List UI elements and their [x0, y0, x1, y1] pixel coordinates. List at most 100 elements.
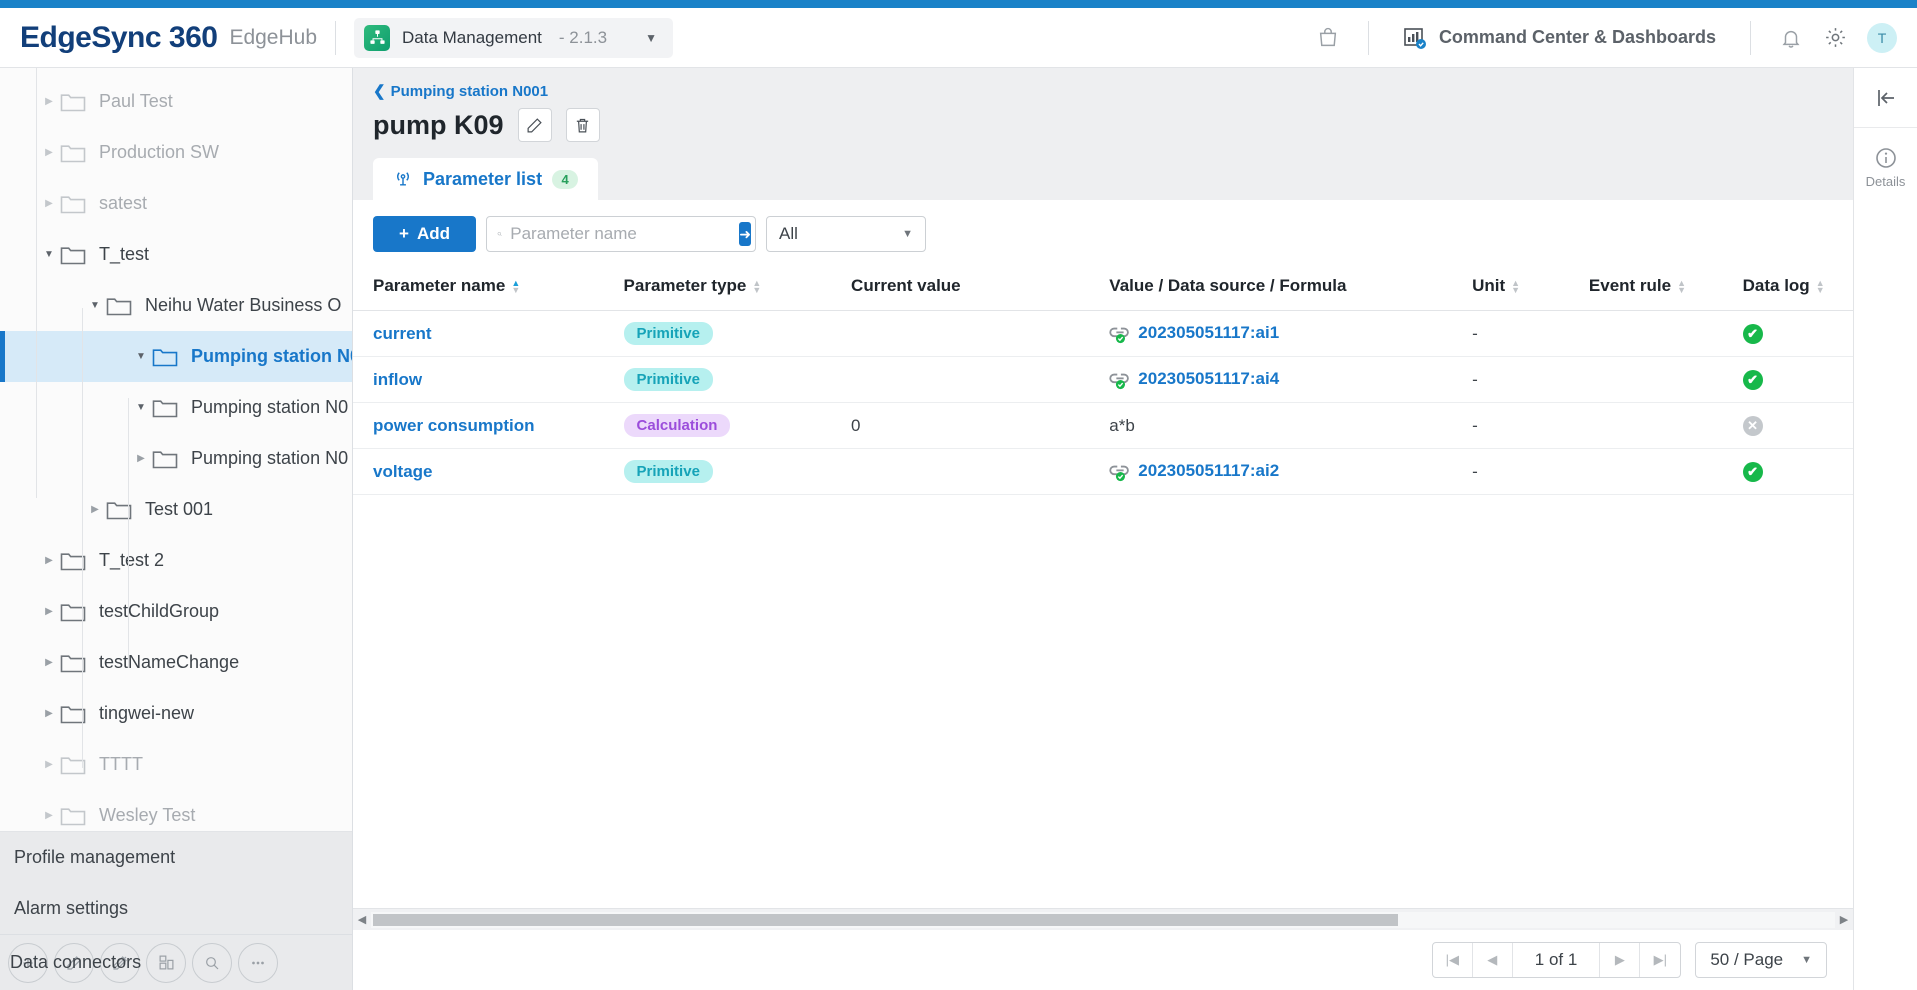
edit-button[interactable] [518, 108, 552, 142]
avatar[interactable]: T [1867, 23, 1897, 53]
chevron-down-icon[interactable]: ▼ [130, 402, 152, 413]
sort-toggle-icon[interactable]: ▲▼ [511, 280, 520, 294]
cell-data-source[interactable]: 202305051117:ai4 [1109, 357, 1472, 403]
layout-panels-icon[interactable] [146, 943, 186, 983]
add-button[interactable]: + Add [373, 216, 476, 252]
data-source-link[interactable]: 202305051117:ai1 [1138, 323, 1279, 342]
tab-bar: Parameter list 4 [353, 158, 1853, 200]
cell-parameter-name[interactable]: inflow [353, 357, 624, 403]
table-row[interactable]: currentPrimitive202305051117:ai1-✔2023/0… [353, 311, 1853, 357]
parameter-name-link[interactable]: voltage [373, 462, 433, 481]
cell-data-source[interactable]: 202305051117:ai1 [1109, 311, 1472, 357]
tree-item[interactable]: ▶tingwei-new [0, 688, 352, 739]
tree-item[interactable]: ▼T_test [0, 229, 352, 280]
notification-bell-icon[interactable] [1769, 16, 1813, 60]
chevron-right-icon[interactable]: ▶ [38, 810, 60, 821]
parameter-name-link[interactable]: power consumption [373, 416, 535, 435]
data-source-link[interactable]: 202305051117:ai4 [1138, 369, 1279, 388]
tree-item[interactable]: ▼Pumping station N0 [0, 331, 352, 382]
horizontal-scrollbar[interactable]: ◀ ▶ [353, 908, 1853, 930]
tab-parameter-list[interactable]: Parameter list 4 [373, 158, 598, 200]
table-row[interactable]: power consumptionCalculation0a*b-✕2023/0… [353, 403, 1853, 449]
scroll-left-arrow-icon[interactable]: ◀ [353, 913, 371, 926]
module-selector[interactable]: Data Management - 2.1.3 ▼ [354, 18, 673, 58]
tree-item[interactable]: ▶Test 001 [0, 484, 352, 535]
search-input[interactable] [510, 224, 731, 244]
trash-icon [574, 117, 591, 134]
cell-parameter-name[interactable]: power consumption [353, 403, 624, 449]
chevron-down-icon[interactable]: ▼ [130, 351, 152, 362]
tree-item[interactable]: ▼Neihu Water Business O [0, 280, 352, 331]
column-header[interactable]: Data log▲▼ [1743, 266, 1853, 311]
chevron-right-icon[interactable]: ▶ [38, 555, 60, 566]
tree-item[interactable]: ▶testChildGroup [0, 586, 352, 637]
sidebar-link[interactable]: Profile management [0, 832, 352, 883]
tree-item[interactable]: ▼Pumping station N0 [0, 382, 352, 433]
cell-unit: - [1472, 449, 1589, 495]
tree-item[interactable]: ▶T_test 2 [0, 535, 352, 586]
cell-parameter-name[interactable]: current [353, 311, 624, 357]
parameter-name-link[interactable]: current [373, 324, 432, 343]
sort-toggle-icon[interactable]: ▲▼ [1677, 280, 1686, 294]
more-options-icon[interactable] [238, 943, 278, 983]
add-icon[interactable] [8, 943, 48, 983]
shopping-bag-icon[interactable] [1306, 16, 1350, 60]
sort-toggle-icon[interactable]: ▲▼ [1816, 280, 1825, 294]
rail-item-details[interactable]: Details [1866, 128, 1906, 189]
first-page-button[interactable]: |◀ [1433, 943, 1473, 977]
tree-item[interactable]: ▶TTTT [0, 739, 352, 790]
scroll-right-arrow-icon[interactable]: ▶ [1835, 913, 1853, 926]
cell-parameter-name[interactable]: voltage [353, 449, 624, 495]
tree-item[interactable]: ▶Wesley Test [0, 790, 352, 831]
formula-text: a*b [1109, 416, 1135, 435]
tree-item[interactable]: ▶Paul Test [0, 76, 352, 127]
type-filter-select[interactable]: All ▼ [766, 216, 926, 252]
arrow-right-icon[interactable]: ➜ [739, 222, 751, 246]
scrollbar-thumb[interactable] [373, 914, 1398, 926]
right-rail: Details [1853, 68, 1917, 990]
chevron-right-icon[interactable]: ▶ [38, 147, 60, 158]
column-header[interactable]: Parameter type▲▼ [624, 266, 852, 311]
delete-button[interactable] [566, 108, 600, 142]
chevron-down-icon[interactable]: ▼ [84, 300, 106, 311]
data-source-link[interactable]: 202305051117:ai2 [1138, 461, 1279, 480]
cell-data-source[interactable]: 202305051117:ai2 [1109, 449, 1472, 495]
tree-item[interactable]: ▶satest [0, 178, 352, 229]
column-header[interactable]: Parameter name▲▼ [353, 266, 624, 311]
edit-pencil-icon[interactable] [54, 943, 94, 983]
settings-gear-icon[interactable] [1813, 16, 1857, 60]
chevron-down-icon[interactable]: ▼ [38, 249, 60, 260]
table-row[interactable]: inflowPrimitive202305051117:ai4-✔2023/07… [353, 357, 1853, 403]
table-row[interactable]: voltagePrimitive202305051117:ai2-✔2023/0… [353, 449, 1853, 495]
tree-item[interactable]: ▶Production SW [0, 127, 352, 178]
sidebar-link[interactable]: Alarm settings [0, 883, 352, 934]
chevron-right-icon[interactable]: ▶ [38, 198, 60, 209]
tree-item[interactable]: ▶Pumping station N0 [0, 433, 352, 484]
chevron-right-icon[interactable]: ▶ [38, 759, 60, 770]
check-circle-icon: ✔ [1743, 370, 1763, 390]
chevron-right-icon[interactable]: ▶ [38, 657, 60, 668]
last-page-button[interactable]: ▶| [1640, 943, 1680, 977]
parameter-name-link[interactable]: inflow [373, 370, 422, 389]
page-size-select[interactable]: 50 / Page ▼ [1695, 942, 1827, 978]
pencil-slash-icon[interactable] [100, 943, 140, 983]
sort-toggle-icon[interactable]: ▲▼ [752, 280, 761, 294]
scrollbar-track[interactable] [371, 912, 1835, 928]
breadcrumb[interactable]: ❮ Pumping station N001 [353, 68, 1853, 100]
column-header[interactable]: Unit▲▼ [1472, 266, 1589, 311]
chevron-right-icon[interactable]: ▶ [84, 504, 106, 515]
prev-page-button[interactable]: ◀ [1473, 943, 1513, 977]
column-header[interactable]: Event rule▲▼ [1589, 266, 1743, 311]
next-page-button[interactable]: ▶ [1600, 943, 1640, 977]
chevron-right-icon[interactable]: ▶ [130, 453, 152, 464]
search-icon[interactable] [192, 943, 232, 983]
collapse-panel-button[interactable] [1854, 68, 1917, 128]
folder-icon [152, 398, 178, 418]
tree-item[interactable]: ▶testNameChange [0, 637, 352, 688]
sort-toggle-icon[interactable]: ▲▼ [1511, 280, 1520, 294]
command-center-link[interactable]: Command Center & Dashboards [1387, 26, 1732, 50]
chevron-right-icon[interactable]: ▶ [38, 96, 60, 107]
chevron-down-icon[interactable]: ▼ [645, 31, 657, 45]
chevron-right-icon[interactable]: ▶ [38, 606, 60, 617]
chevron-right-icon[interactable]: ▶ [38, 708, 60, 719]
